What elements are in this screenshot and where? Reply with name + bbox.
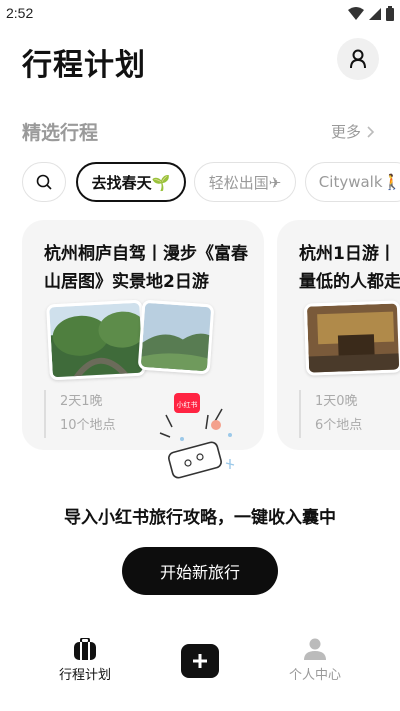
search-chip[interactable] [22,162,66,202]
plus-icon [193,654,207,668]
trip-card-meta: 1天0晚 6个地点 [299,390,362,438]
status-icons [348,6,394,21]
trip-photo [46,299,146,381]
chip-find-spring[interactable]: 去找春天🌱 [76,162,186,202]
trip-duration: 2天1晚 [60,394,103,409]
profile-button[interactable] [337,38,379,80]
tab-profile-label: 个人中心 [288,668,341,683]
import-illustration: 小红书 [156,393,246,483]
trip-duration: 1天0晚 [315,394,358,409]
tab-trips-label: 行程计划 [58,668,111,683]
signal-icon [369,7,381,20]
tab-trips[interactable]: 行程计划 [54,638,116,683]
status-bar: 2:52 [0,0,400,28]
xiaohongshu-badge: 小红书 [177,400,198,409]
trip-places: 6个地点 [315,418,363,433]
more-label: 更多 [331,123,362,141]
trip-card-title-line2: 量低的人都走 [299,272,400,292]
trip-places: 10个地点 [60,418,116,433]
suitcase-icon [74,638,96,660]
status-time: 2:52 [6,5,34,21]
trip-card-title: 杭州1日游丨 量低的人都走 [299,240,400,296]
tab-profile[interactable]: 个人中心 [284,638,346,683]
trip-card-title-line1: 杭州1日游丨 [299,244,396,264]
trip-card-title: 杭州桐庐自驾丨漫步《富春山居图》实景地2日游 [44,244,248,292]
wifi-icon [348,6,364,20]
import-prompt: 导入小红书旅行攻略，一键收入囊中 [64,508,336,528]
user-icon [350,49,366,69]
chip-easy-abroad[interactable]: 轻松出国✈ [194,162,296,202]
trip-photo [137,299,215,375]
trip-card[interactable]: 杭州1日游丨 量低的人都走 1天0晚 6个地点 [277,220,400,450]
chevron-right-icon [367,125,375,138]
more-link[interactable]: 更多 [331,121,375,142]
add-trip-button[interactable] [181,644,219,678]
search-icon [36,174,52,190]
chip-citywalk[interactable]: Citywalk🚶 [305,162,400,202]
trip-card-meta: 2天1晚 10个地点 [44,390,116,438]
battery-icon [386,6,394,21]
section-title: 精选行程 [22,122,99,144]
filter-chips: 去找春天🌱 轻松出国✈ Citywalk🚶 [22,162,400,202]
page-title: 行程计划 [22,48,146,83]
trip-photo [303,300,400,376]
person-icon [304,638,326,660]
start-new-trip-button[interactable]: 开始新旅行 [122,547,278,595]
